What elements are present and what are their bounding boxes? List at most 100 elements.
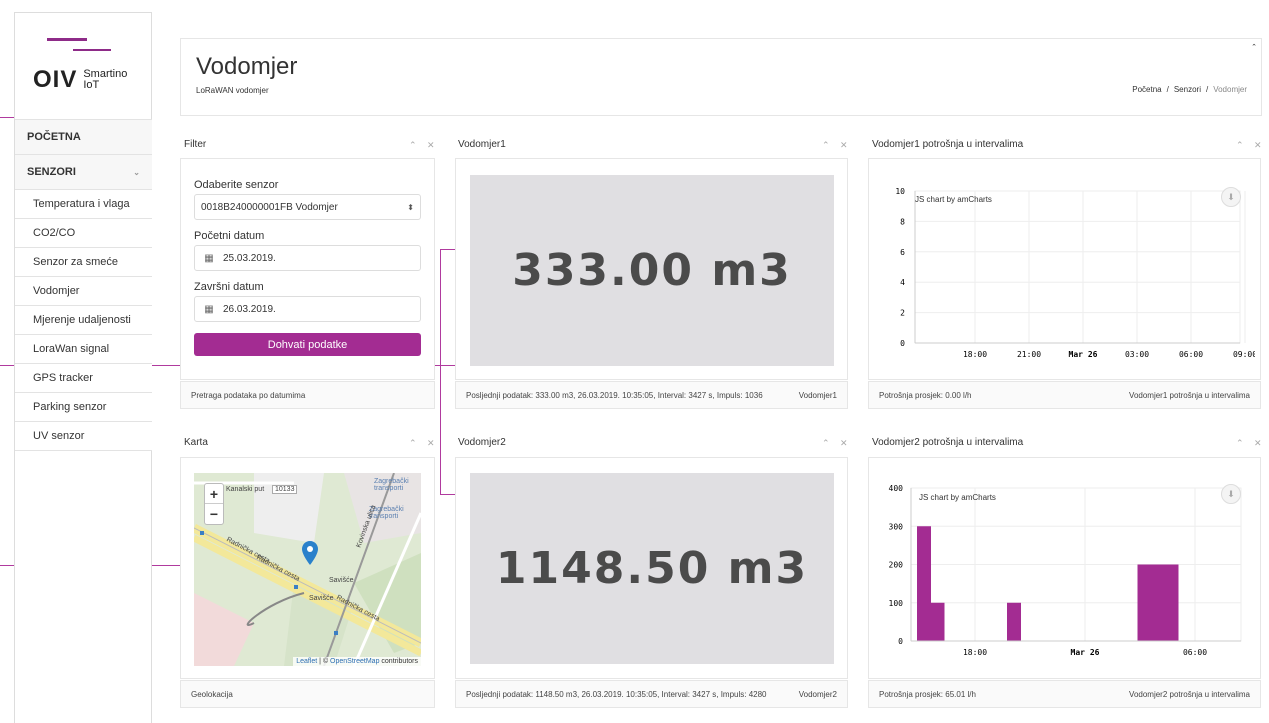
x-tick-label: 06:00: [1183, 648, 1207, 657]
sidebar-item-co2[interactable]: CO2/CO: [15, 219, 152, 248]
bar: [917, 526, 931, 641]
map-panel: Kanalski put 10133 Zagrebački transporti…: [180, 457, 435, 679]
bar: [1007, 602, 1021, 641]
sidebar-section-sensors[interactable]: SENZORI ⌄: [15, 155, 152, 190]
bar: [930, 602, 945, 641]
usage1-footer-text: Potrošnja prosjek: 0.00 l/h: [879, 390, 972, 400]
sidebar-item-label: POČETNA: [27, 131, 81, 143]
sensor-label: Odaberite senzor: [194, 179, 279, 191]
x-tick-label: 18:00: [963, 350, 987, 359]
logo-main: OIV: [33, 66, 78, 93]
meter2-value: 1148.50 m3: [495, 543, 809, 594]
meter1-value: 333.00 m3: [512, 245, 792, 296]
start-date-label: Početni datum: [194, 230, 265, 242]
y-tick-label: 2: [900, 309, 905, 318]
logo[interactable]: OIV Smartino IoT: [33, 66, 127, 94]
sidebar-item-uv[interactable]: UV senzor: [15, 422, 152, 451]
select-arrows-icon: ⬍: [407, 202, 414, 212]
map-label: Zagrebački transporti: [374, 478, 409, 492]
meter1-footer: Posljednji podatak: 333.00 m3, 26.03.201…: [455, 381, 848, 409]
sidebar-item-water-meter[interactable]: Vodomjer: [15, 277, 152, 306]
map-view[interactable]: Kanalski put 10133 Zagrebački transporti…: [194, 473, 421, 666]
meter1-title: Vodomjer1: [458, 139, 506, 150]
osm-link[interactable]: OpenStreetMap: [330, 658, 379, 665]
logo-sub-line2: IoT: [83, 79, 100, 91]
sidebar-item-temperature[interactable]: Temperatura i vlaga: [15, 190, 152, 219]
download-icon[interactable]: ⬇: [1221, 484, 1241, 504]
y-tick-label: 6: [900, 248, 905, 257]
panel-tools[interactable]: ⌃ ✕: [1236, 438, 1266, 449]
y-tick-label: 300: [889, 522, 904, 531]
x-tick-label: 18:00: [963, 648, 987, 657]
x-tick-label: 06:00: [1179, 350, 1203, 359]
sidebar-item-home[interactable]: POČETNA: [15, 119, 152, 155]
sidebar-item-waste[interactable]: Senzor za smeće: [15, 248, 152, 277]
panel-tools[interactable]: ⌃ ✕: [409, 438, 439, 449]
logo-sub: Smartino IoT: [83, 69, 127, 91]
sidebar-item-gps[interactable]: GPS tracker: [15, 364, 152, 393]
collapse-icon[interactable]: ⌃: [1251, 43, 1257, 51]
map-label: Savišće: [309, 595, 334, 602]
y-tick-label: 200: [889, 561, 904, 570]
panel-tools[interactable]: ⌃ ✕: [822, 140, 852, 151]
usage2-footer-name: Vodomjer2 potrošnja u intervalima: [1129, 689, 1250, 699]
sidebar-item-label: Vodomjer: [33, 285, 80, 297]
attrib-tail: contributors: [379, 658, 418, 665]
filter-panel: Odaberite senzor 0018B240000001FB Vodomj…: [180, 158, 435, 380]
y-tick-label: 8: [900, 217, 905, 226]
filter-title: Filter: [184, 139, 207, 150]
sidebar-item-parking[interactable]: Parking senzor: [15, 393, 152, 422]
sidebar-item-label: GPS tracker: [33, 372, 93, 384]
usage2-panel: 0 100 200 300 400 18:00 Mar 26 06:00 JS chart b…: [868, 457, 1261, 679]
chart-credit[interactable]: JS chart by amCharts: [915, 195, 992, 204]
x-tick-label: 03:00: [1125, 350, 1149, 359]
map-footer: Geolokacija: [180, 680, 435, 708]
sidebar-item-label: UV senzor: [33, 430, 85, 442]
x-tick-label: Mar 26: [1071, 648, 1100, 657]
start-date-input[interactable]: ▦ 25.03.2019.: [194, 245, 421, 271]
sidebar-item-lorawan[interactable]: LoraWan signal: [15, 335, 152, 364]
meter2-footer-name: Vodomjer2: [798, 689, 837, 699]
meter2-footer: Posljednji podatak: 1148.50 m3, 26.03.20…: [455, 680, 848, 708]
leaflet-link[interactable]: Leaflet: [296, 658, 317, 665]
chart-credit[interactable]: JS chart by amCharts: [919, 493, 996, 502]
panel-tools[interactable]: ⌃ ✕: [822, 438, 852, 449]
y-tick-label: 0: [900, 339, 905, 348]
y-tick-label: 10: [895, 187, 905, 196]
zoom-control: + −: [204, 483, 224, 525]
sidebar-item-distance[interactable]: Mjerenje udaljenosti: [15, 306, 152, 335]
zoom-out-button[interactable]: −: [205, 504, 223, 524]
map-label: Kanalski put: [226, 486, 265, 493]
annotation-line-3: [440, 249, 441, 494]
map-marker-icon[interactable]: [302, 541, 318, 565]
chevron-down-icon: ⌄: [133, 167, 140, 177]
fetch-data-button[interactable]: Dohvati podatke: [194, 333, 421, 356]
usage2-footer-text: Potrošnja prosjek: 65.01 l/h: [879, 689, 976, 699]
sensor-select[interactable]: 0018B240000001FB Vodomjer ⬍: [194, 194, 421, 220]
y-tick-label: 400: [889, 484, 904, 493]
sidebar-item-label: CO2/CO: [33, 227, 76, 239]
start-date-value: 25.03.2019.: [223, 252, 276, 264]
attrib-sep: | ©: [317, 658, 331, 665]
zoom-in-button[interactable]: +: [205, 484, 223, 504]
page-title: Vodomjer: [196, 53, 298, 80]
map-attribution: Leaflet | © OpenStreetMap contributors: [293, 657, 421, 666]
usage1-footer: Potrošnja prosjek: 0.00 l/h Vodomjer1 po…: [868, 381, 1261, 409]
usage2-footer: Potrošnja prosjek: 65.01 l/h Vodomjer2 p…: [868, 680, 1261, 708]
end-date-input[interactable]: ▦ 26.03.2019.: [194, 296, 421, 322]
calendar-icon: ▦: [204, 252, 214, 264]
panel-tools[interactable]: ⌃ ✕: [409, 140, 439, 151]
map-title: Karta: [184, 437, 208, 448]
map-label: 10133: [272, 485, 298, 494]
meter2-value-box: 1148.50 m3: [470, 473, 834, 664]
y-tick-label: 100: [889, 599, 904, 608]
breadcrumb: Početna / Senzori / Vodomjer: [1132, 85, 1247, 94]
breadcrumb-current: Vodomjer: [1213, 85, 1247, 94]
map-tiles: [194, 473, 421, 666]
breadcrumb-sensors[interactable]: Senzori: [1174, 85, 1201, 94]
download-icon[interactable]: ⬇: [1221, 187, 1241, 207]
end-date-value: 26.03.2019.: [223, 303, 276, 315]
panel-tools[interactable]: ⌃ ✕: [1236, 140, 1266, 151]
end-date-label: Završni datum: [194, 281, 264, 293]
breadcrumb-home[interactable]: Početna: [1132, 85, 1161, 94]
